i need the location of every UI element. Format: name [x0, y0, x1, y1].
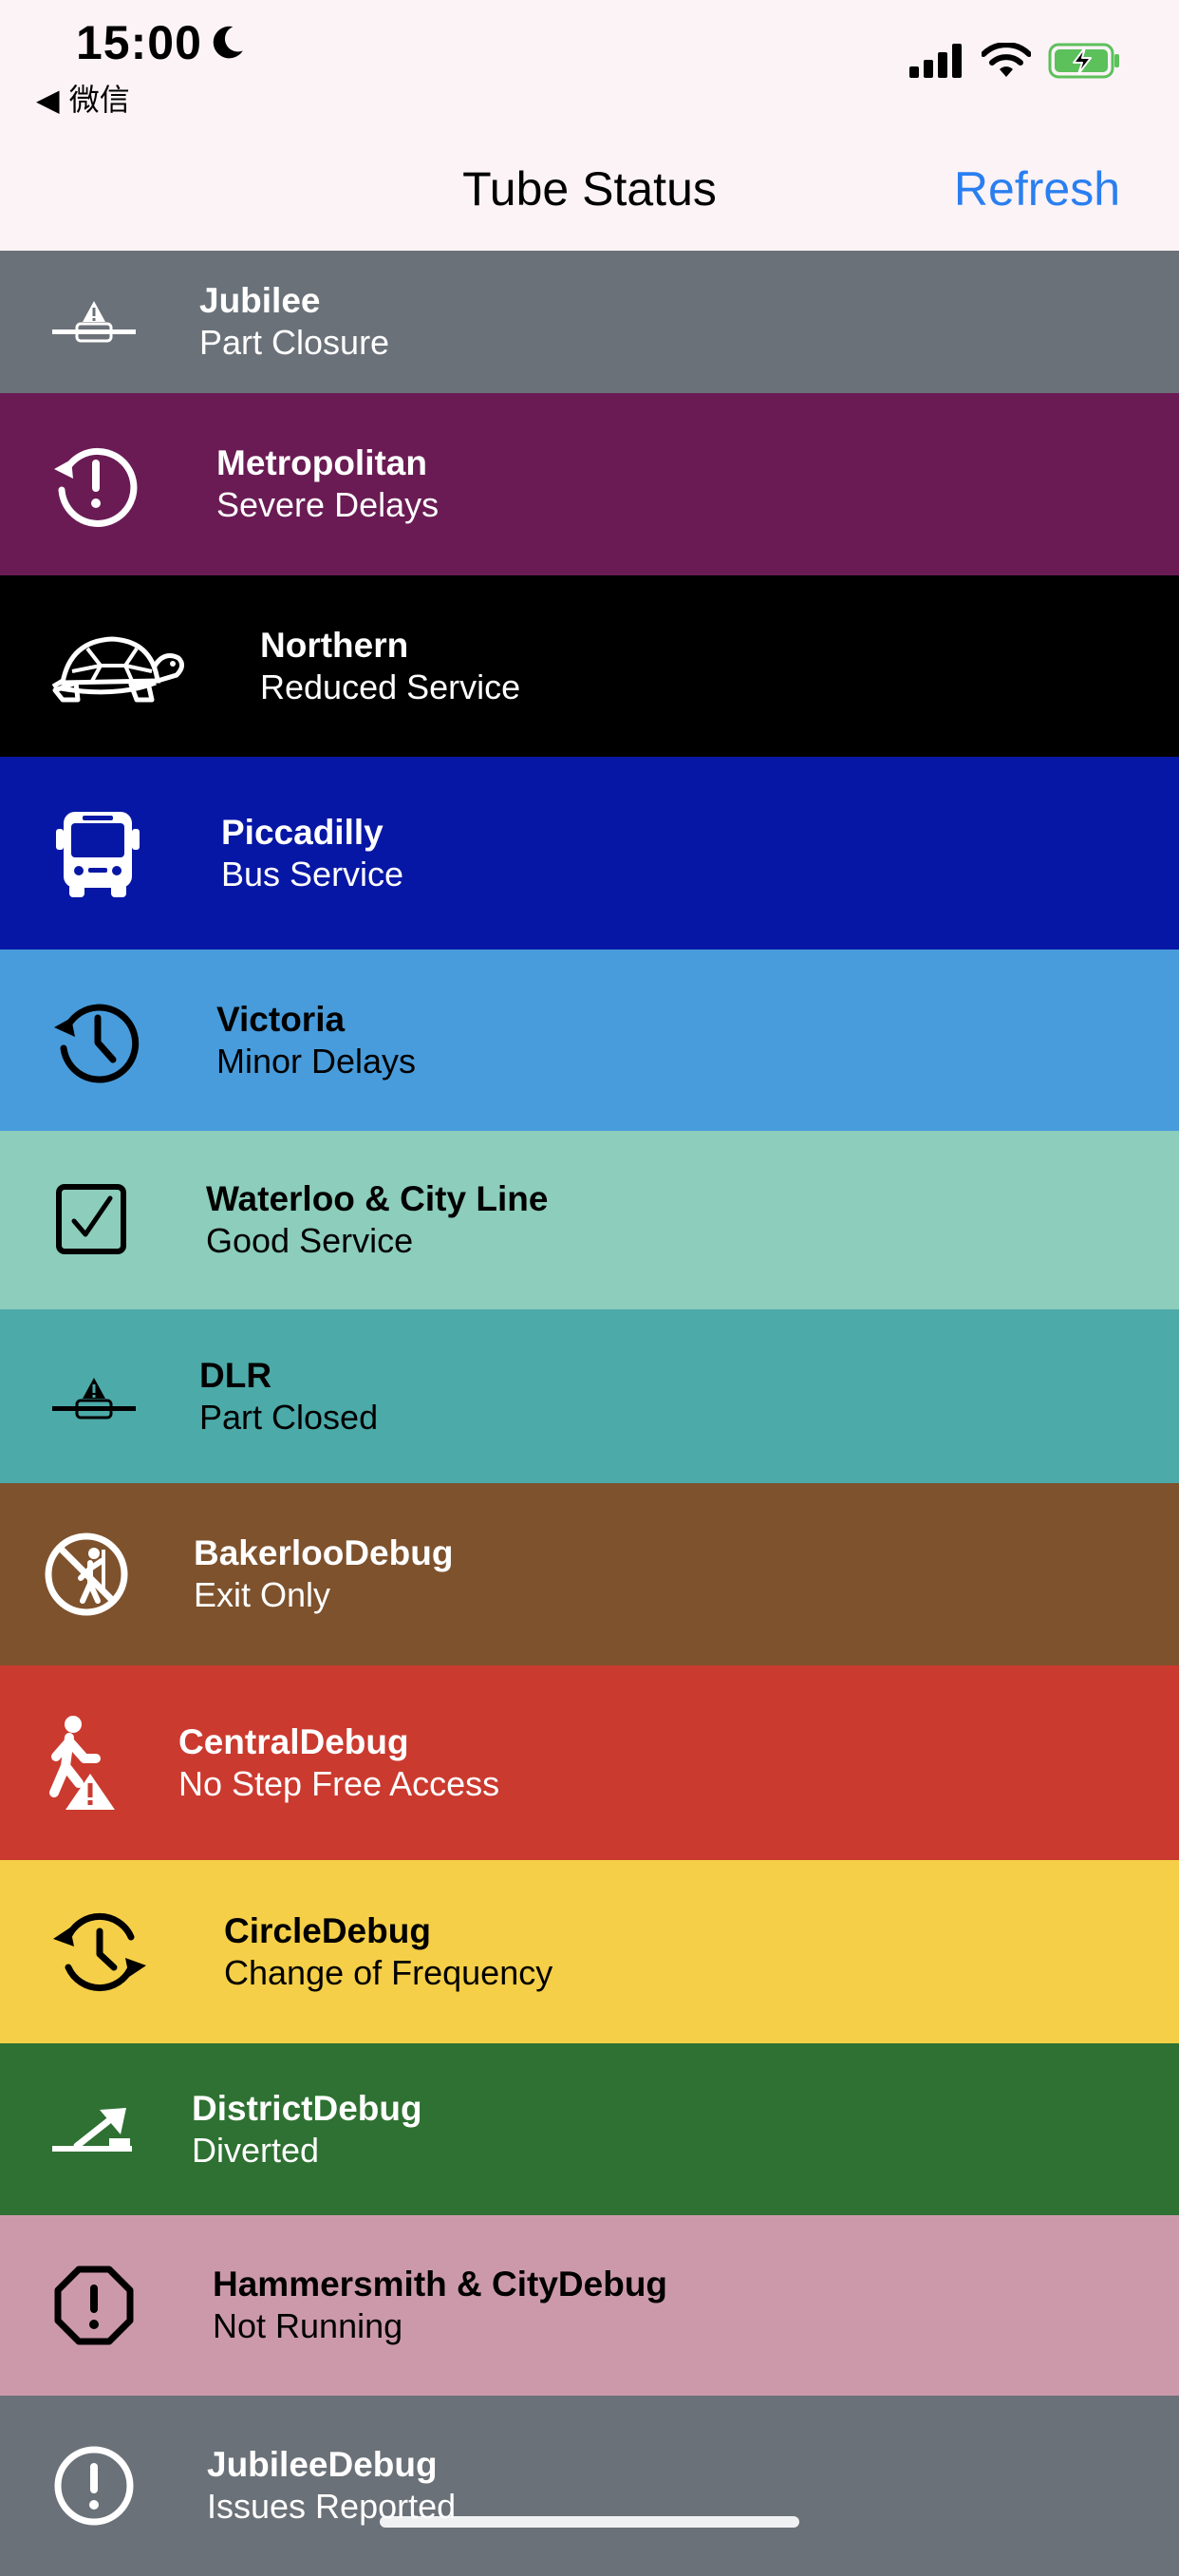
moon-icon — [213, 26, 243, 59]
line-status: Minor Delays — [216, 1041, 417, 1081]
status-bar: 15:00 ◀ 微信 — [0, 0, 1179, 123]
list-item[interactable]: JubileeDebug Issues Reported — [0, 2396, 1179, 2576]
line-status: Reduced Service — [260, 667, 521, 706]
circle-exclamation-icon — [42, 2434, 146, 2538]
clock-cycle-icon — [47, 1900, 152, 2004]
refresh-button[interactable]: Refresh — [954, 161, 1120, 216]
back-to-app-link[interactable]: ◀ 微信 — [36, 76, 130, 120]
status-icons — [909, 42, 1122, 80]
no-entry-person-icon — [34, 1522, 139, 1626]
severe-delays-icon — [44, 432, 148, 536]
list-item[interactable]: Metropolitan Severe Delays — [0, 393, 1179, 575]
line-name: Metropolitan — [216, 443, 427, 482]
diverted-icon — [42, 2078, 146, 2182]
part-closure-icon — [42, 270, 146, 374]
line-name: DLR — [199, 1355, 272, 1395]
list-item[interactable]: DistrictDebug Diverted — [0, 2043, 1179, 2215]
walking-warning-icon — [27, 1711, 131, 1815]
line-status: Good Service — [206, 1221, 414, 1260]
line-name: BakerlooDebug — [194, 1533, 454, 1572]
part-closed-icon — [42, 1344, 146, 1449]
turtle-icon — [47, 614, 190, 719]
line-status: Bus Service — [221, 854, 404, 893]
line-name: Hammersmith & CityDebug — [213, 2265, 668, 2303]
list-item[interactable]: Piccadilly Bus Service — [0, 757, 1179, 950]
line-name: CentralDebug — [178, 1721, 409, 1761]
list-item[interactable]: CircleDebug Change of Frequency — [0, 1860, 1179, 2043]
line-status: Change of Frequency — [224, 1952, 553, 1992]
line-status: Part Closure — [199, 323, 390, 362]
list-item[interactable]: Northern Reduced Service — [0, 575, 1179, 757]
line-status: No Step Free Access — [178, 1763, 500, 1803]
line-name: DistrictDebug — [192, 2088, 422, 2128]
line-status: Exit Only — [194, 1575, 331, 1614]
line-name: JubileeDebug — [207, 2445, 438, 2484]
list-item[interactable]: Hammersmith & CityDebug Not Running — [0, 2215, 1179, 2396]
home-indicator[interactable] — [380, 2516, 799, 2528]
list-item[interactable]: BakerlooDebug Exit Only — [0, 1483, 1179, 1665]
line-name: Piccadilly — [221, 812, 384, 852]
line-name: CircleDebug — [224, 1910, 431, 1950]
line-name: Waterloo & City Line — [206, 1179, 549, 1218]
signal-icon — [909, 44, 962, 78]
wifi-icon — [982, 43, 1031, 77]
list-item[interactable]: Victoria Minor Delays — [0, 950, 1179, 1131]
list-item[interactable]: DLR Part Closed — [0, 1309, 1179, 1483]
list-item[interactable]: CentralDebug No Step Free Access — [0, 1665, 1179, 1860]
list-item[interactable]: Jubilee Part Closure — [0, 251, 1179, 393]
line-name: Jubilee — [199, 281, 321, 320]
line-name: Northern — [260, 625, 409, 665]
line-status: Severe Delays — [216, 485, 440, 524]
line-name: Victoria — [216, 999, 346, 1039]
line-status: Not Running — [213, 2306, 403, 2345]
line-status: Diverted — [192, 2130, 320, 2170]
bus-icon — [46, 801, 150, 906]
octagon-exclamation-icon — [42, 2253, 146, 2358]
clock-history-icon — [46, 988, 150, 1093]
checkbox-icon — [38, 1168, 142, 1272]
line-status-list: Jubilee Part Closure Metropolitan Severe… — [0, 251, 1179, 2576]
status-time: 15:00 — [76, 16, 202, 69]
navigation-bar: Tube Status Refresh — [0, 123, 1179, 252]
list-item[interactable]: Waterloo & City Line Good Service — [0, 1131, 1179, 1309]
line-status: Part Closed — [199, 1397, 379, 1437]
battery-charging-icon — [1048, 43, 1119, 79]
